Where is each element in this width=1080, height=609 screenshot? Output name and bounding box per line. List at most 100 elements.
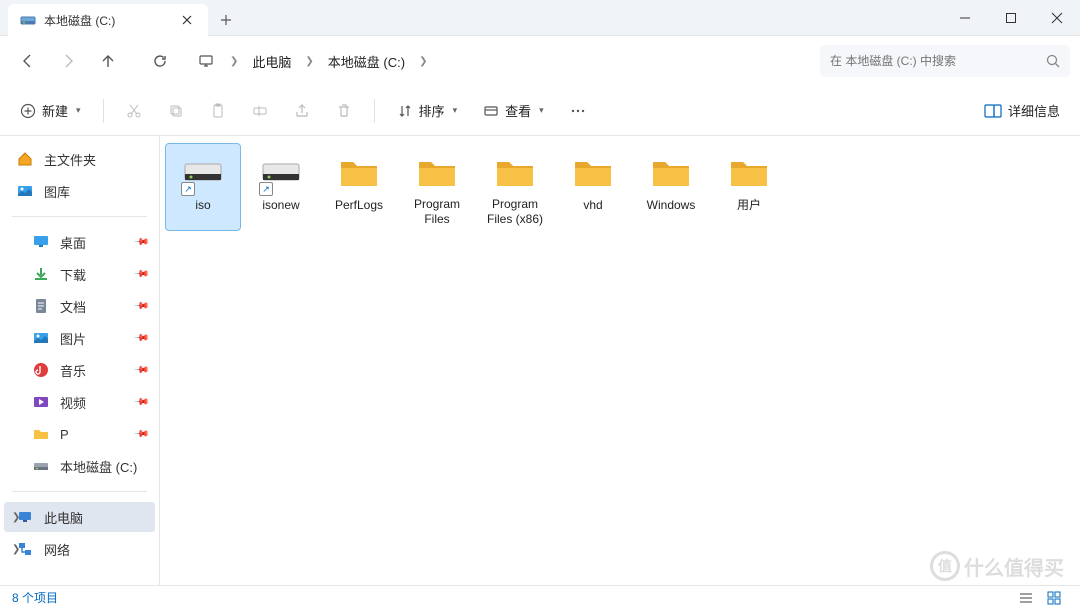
watermark-text: 什么值得买 [964,552,1064,581]
sidebar-item-home[interactable]: 主文件夹 [4,144,155,174]
content-area[interactable]: ↗ iso ↗ isonew PerfLogsProgram Files Program … [160,136,1080,585]
sidebar-label: 本地磁盘 (C:) [60,457,137,476]
close-button[interactable] [1034,0,1080,35]
file-item[interactable]: vhd [556,144,630,230]
breadcrumb-thispc[interactable]: 此电脑 [252,52,291,71]
paste-button[interactable] [200,93,236,129]
sidebar-label: 文档 [60,297,86,316]
file-item[interactable]: ↗ iso [166,144,240,230]
search-icon [1046,54,1060,68]
file-item[interactable]: Windows [634,144,708,230]
minimize-button[interactable] [942,0,988,35]
sidebar-label: 视频 [60,393,86,412]
sidebar-item-cdrive[interactable]: 本地磁盘 (C:) [4,451,155,481]
monitor-icon [196,53,216,69]
view-button[interactable]: 查看 ▾ [473,93,554,129]
cut-button[interactable] [116,93,152,129]
new-tab-button[interactable] [208,4,244,35]
folder-icon [725,148,773,196]
sidebar: 主文件夹 图库 桌面 📌 下载 📌 文档 📌 图片 📌 音 [0,136,160,585]
share-button[interactable] [284,93,320,129]
chevron-down-icon: ▾ [76,105,81,116]
search-box[interactable] [820,45,1070,77]
folder-icon [413,148,461,195]
details-button[interactable]: 详细信息 [974,93,1070,129]
file-item-label: vhd [583,198,602,212]
chevron-down-icon: ▾ [453,105,458,116]
sidebar-item-videos[interactable]: 视频 📌 [4,387,155,417]
file-item[interactable]: PerfLogs [322,144,396,230]
breadcrumb-cdrive[interactable]: 本地磁盘 (C:) [328,52,405,71]
file-item-label: Program Files (x86) [480,197,550,226]
tab-active[interactable]: 本地磁盘 (C:) [8,4,208,36]
back-button[interactable] [10,43,46,79]
folder-icon [569,148,617,196]
refresh-button[interactable] [142,43,178,79]
file-item[interactable]: Program Files [400,144,474,230]
folder-icon [647,148,695,196]
sidebar-label: 图库 [44,182,70,201]
sidebar-label: 下载 [60,265,86,284]
pin-icon: 📌 [132,394,149,411]
file-item-label: iso [195,198,210,212]
maximize-button[interactable] [988,0,1034,35]
chevron-right-icon: ❯ [409,56,437,67]
delete-button[interactable] [326,93,362,129]
file-item[interactable]: Program Files (x86) [478,144,552,230]
drive-shortcut-icon: ↗ [257,148,305,196]
forward-button[interactable] [50,43,86,79]
sidebar-item-documents[interactable]: 文档 📌 [4,291,155,321]
folder-icon [491,148,539,195]
breadcrumb[interactable]: ❯ 此电脑 ❯ 本地磁盘 (C:) ❯ [188,52,816,71]
file-item-label: Program Files [402,197,472,226]
statusbar: 8 个项目 [0,585,1080,609]
sort-label: 排序 [419,101,445,120]
up-button[interactable] [90,43,126,79]
tab-title: 本地磁盘 (C:) [44,12,170,29]
sidebar-item-thispc[interactable]: ❯ 此电脑 [4,502,155,532]
more-button[interactable] [560,93,596,129]
sidebar-item-gallery[interactable]: 图库 [4,176,155,206]
documents-icon [32,297,50,315]
home-icon [16,150,34,168]
chevron-right-icon: ❯ [220,56,248,67]
pictures-icon [32,329,50,347]
downloads-icon [32,265,50,283]
sidebar-item-network[interactable]: ❯ 网络 [4,534,155,564]
drive-shortcut-icon: ↗ [179,148,227,196]
sidebar-label: 桌面 [60,233,86,252]
folder-icon [335,148,383,196]
file-item[interactable]: 用户 [712,144,786,230]
sidebar-label: P [60,427,69,442]
sort-button[interactable]: 排序 ▾ [387,93,468,129]
pin-icon: 📌 [132,330,149,347]
chevron-right-icon: ❯ [12,544,20,555]
desktop-icon [32,233,50,251]
chevron-down-icon: ▾ [539,105,544,116]
sidebar-item-downloads[interactable]: 下载 📌 [4,259,155,289]
sidebar-item-p[interactable]: P 📌 [4,419,155,449]
sidebar-label: 图片 [60,329,86,348]
folder-icon [32,425,50,443]
file-item-label: 用户 [737,198,761,212]
view-icons-button[interactable] [1040,588,1068,608]
view-label: 查看 [505,101,531,120]
sidebar-item-desktop[interactable]: 桌面 📌 [4,227,155,257]
file-item-label: isonew [262,198,299,212]
new-button[interactable]: 新建 ▾ [10,93,91,129]
copy-button[interactable] [158,93,194,129]
sidebar-item-music[interactable]: 音乐 📌 [4,355,155,385]
command-bar: 新建 ▾ 排序 ▾ 查看 ▾ 详细信息 [0,86,1080,136]
file-item-label: Windows [647,198,696,212]
rename-button[interactable] [242,93,278,129]
pin-icon: 📌 [132,234,149,251]
sidebar-item-pictures[interactable]: 图片 📌 [4,323,155,353]
sidebar-label: 此电脑 [44,508,83,527]
search-input[interactable] [830,54,1038,68]
pin-icon: 📌 [132,426,149,443]
sidebar-label: 主文件夹 [44,150,96,169]
file-item[interactable]: ↗ isonew [244,144,318,230]
view-list-button[interactable] [1012,588,1040,608]
tab-close-button[interactable] [178,11,196,29]
pin-icon: 📌 [132,298,149,315]
